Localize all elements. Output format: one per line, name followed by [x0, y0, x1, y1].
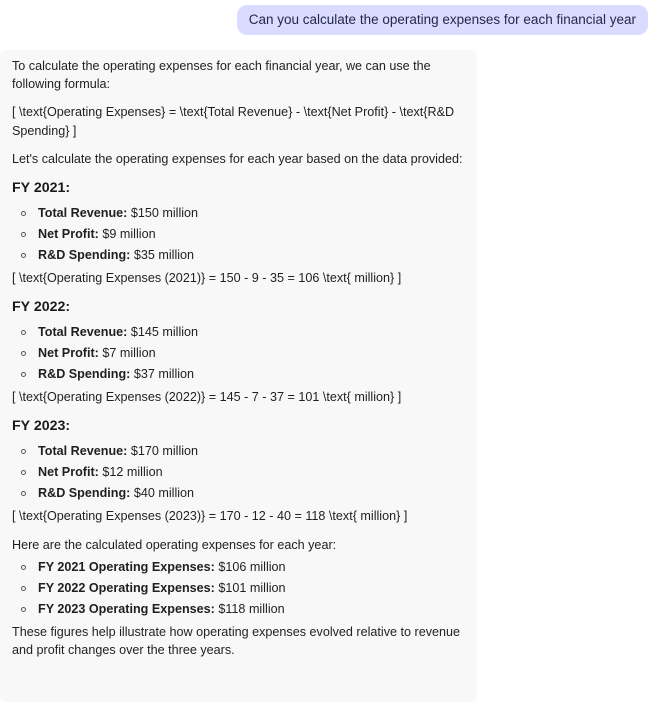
year-heading: FY 2021:	[12, 180, 71, 197]
item-label: Net Profit:	[38, 465, 99, 480]
item-label: FY 2021 Operating Expenses:	[38, 559, 215, 574]
bullet-icon	[21, 351, 26, 357]
assistant-response: To calculate the operating expenses for …	[0, 50, 477, 702]
bullet-icon	[21, 232, 26, 238]
item-value: $170 million	[127, 444, 199, 459]
response-intro: To calculate the operating expenses for …	[12, 59, 431, 92]
summary-intro: Here are the calculated operating expens…	[12, 537, 337, 552]
summary-list: FY 2021 Operating Expenses: $106 million…	[12, 557, 465, 620]
year-calculation: [ \text{Operating Expenses (2023)} = 170…	[12, 509, 408, 524]
item-label: Total Revenue:	[38, 325, 128, 340]
bullet-icon	[21, 470, 26, 476]
item-value: $40 million	[130, 486, 195, 501]
bullet-icon	[21, 253, 26, 259]
year-block-2022: FY 2022: Total Revenue: $145 million Net…	[12, 297, 465, 406]
item-value: $145 million	[127, 325, 199, 340]
item-value: $150 million	[127, 206, 199, 221]
item-label: Total Revenue:	[38, 444, 128, 459]
bullet-icon	[21, 372, 26, 378]
item-value: $37 million	[130, 367, 195, 382]
year-items-list: Total Revenue: $150 million Net Profit: …	[12, 203, 465, 266]
list-item: R&D Spending: $35 million	[12, 245, 465, 266]
list-item: Total Revenue: $150 million	[12, 203, 465, 224]
year-items-list: Total Revenue: $170 million Net Profit: …	[12, 441, 465, 504]
bullet-icon	[21, 491, 26, 497]
year-heading: FY 2023:	[12, 418, 71, 435]
item-label: FY 2022 Operating Expenses:	[38, 580, 215, 595]
item-label: R&D Spending:	[38, 248, 131, 263]
bullet-icon	[21, 330, 26, 336]
list-item: Total Revenue: $145 million	[12, 322, 465, 343]
item-value: $12 million	[98, 465, 163, 480]
year-block-2021: FY 2021: Total Revenue: $150 million Net…	[12, 178, 465, 287]
item-label: Total Revenue:	[38, 206, 128, 221]
year-heading: FY 2022:	[12, 299, 71, 316]
response-lead-in: Let's calculate the operating expenses f…	[12, 151, 463, 166]
list-item: FY 2022 Operating Expenses: $101 million	[12, 578, 465, 599]
item-value: $7 million	[98, 346, 156, 361]
list-item: Net Profit: $12 million	[12, 462, 465, 483]
item-label: Net Profit:	[38, 346, 99, 361]
user-message-text: Can you calculate the operating expenses…	[248, 12, 636, 27]
bullet-icon	[21, 449, 26, 455]
item-label: FY 2023 Operating Expenses:	[38, 601, 215, 616]
item-value: $106 million	[214, 559, 286, 574]
year-calculation: [ \text{Operating Expenses (2021)} = 150…	[12, 271, 402, 286]
list-item: Net Profit: $7 million	[12, 343, 465, 364]
bullet-icon	[21, 585, 26, 591]
list-item: R&D Spending: $40 million	[12, 483, 465, 504]
bullet-icon	[21, 211, 26, 217]
list-item: FY 2023 Operating Expenses: $118 million	[12, 599, 465, 620]
bullet-icon	[21, 564, 26, 570]
list-item: Net Profit: $9 million	[12, 224, 465, 245]
list-item: R&D Spending: $37 million	[12, 364, 465, 385]
item-value: $118 million	[214, 601, 285, 616]
item-label: R&D Spending:	[38, 486, 131, 501]
user-message-bubble: Can you calculate the operating expenses…	[236, 5, 648, 35]
list-item: Total Revenue: $170 million	[12, 441, 465, 462]
year-block-2023: FY 2023: Total Revenue: $170 million Net…	[12, 416, 465, 525]
year-calculation: [ \text{Operating Expenses (2022)} = 145…	[12, 390, 402, 405]
response-closing: These figures help illustrate how operat…	[12, 624, 461, 658]
item-label: Net Profit:	[38, 227, 99, 242]
list-item: FY 2021 Operating Expenses: $106 million	[12, 557, 465, 578]
item-value: $35 million	[130, 248, 195, 263]
item-label: R&D Spending:	[38, 367, 131, 382]
item-value: $101 million	[214, 580, 286, 595]
formula: [ \text{Operating Expenses} = \text{Tota…	[12, 105, 455, 138]
bullet-icon	[21, 606, 26, 612]
item-value: $9 million	[98, 227, 156, 242]
year-items-list: Total Revenue: $145 million Net Profit: …	[12, 322, 465, 385]
